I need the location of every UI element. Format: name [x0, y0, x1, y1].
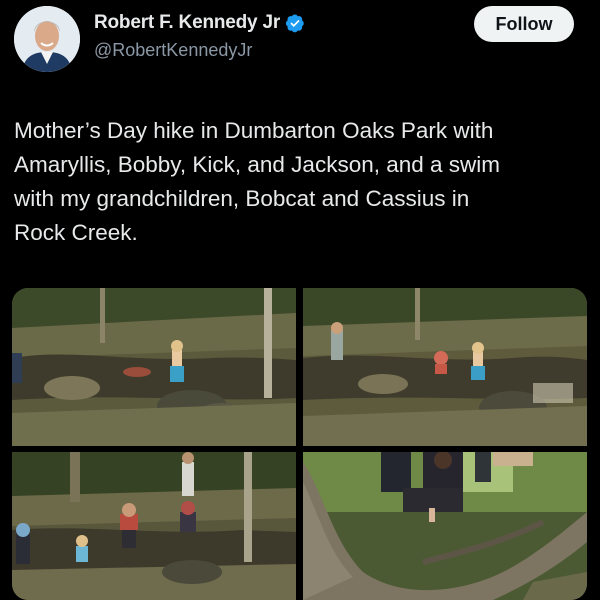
post-text: Mother’s Day hike in Dumbarton Oaks Park…	[14, 118, 501, 245]
verified-badge-icon	[285, 13, 305, 33]
author-display-name[interactable]: Robert F. Kennedy Jr	[94, 12, 280, 34]
follow-button[interactable]: Follow	[474, 6, 574, 42]
photo-family-creek[interactable]	[12, 452, 296, 600]
photo-creek-hike-2[interactable]	[303, 288, 587, 446]
post-header: Robert F. Kennedy Jr @RobertKennedyJr Fo…	[0, 0, 600, 80]
photo-creek-hike-1[interactable]	[12, 288, 296, 446]
author-avatar[interactable]	[14, 6, 80, 72]
author-name-row: Robert F. Kennedy Jr	[94, 12, 305, 34]
media-grid	[12, 288, 587, 600]
author-handle[interactable]: @RobertKennedyJr	[94, 40, 252, 61]
photo-fallen-tree[interactable]	[303, 452, 587, 600]
avatar-photo	[14, 6, 80, 72]
